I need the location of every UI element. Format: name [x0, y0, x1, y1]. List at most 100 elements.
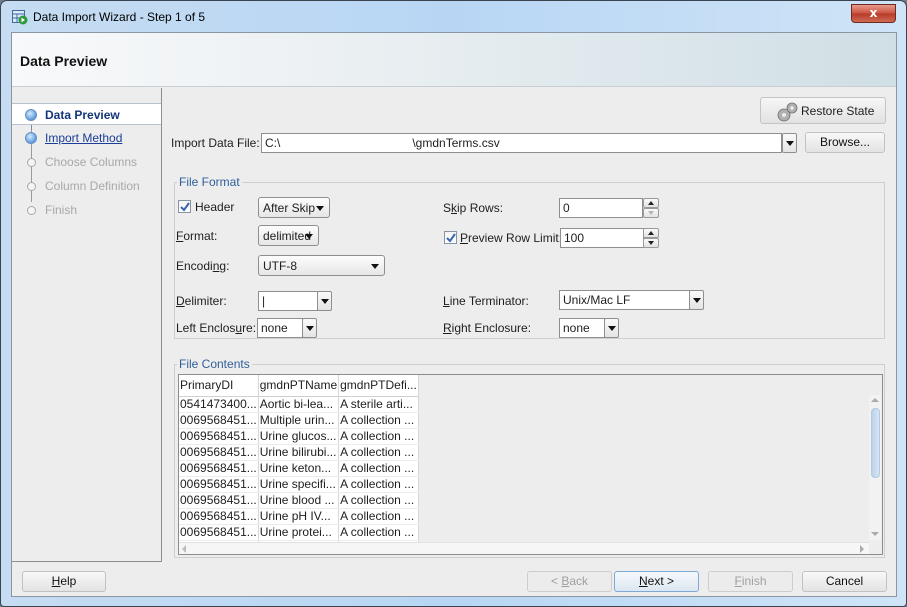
encoding-dropdown[interactable]: UTF-8	[258, 255, 385, 276]
page-title: Data Preview	[20, 53, 108, 69]
table-header-row: PrimaryDI gmdnPTName gmdnPTDefi...	[179, 375, 419, 397]
table-row[interactable]: 0069568451... Urine bilirubi... A collecti…	[179, 444, 419, 461]
preview-grid: PrimaryDI gmdnPTName gmdnPTDefi... 05414…	[179, 375, 419, 554]
table-cell[interactable]: Urine blood ...	[258, 492, 340, 509]
left-enclosure-label: Left Enclosure:	[176, 321, 257, 335]
table-cell[interactable]: A collection ...	[338, 412, 419, 429]
table-row[interactable]: 0069568451... Urine keton... A collection …	[179, 460, 419, 477]
table-cell[interactable]: Aortic bi-lea...	[258, 396, 340, 413]
table-cell[interactable]: A collection ...	[338, 476, 419, 493]
header-label: Header	[195, 200, 235, 214]
table-cell[interactable]: A collection ...	[338, 444, 419, 461]
table-cell[interactable]: A collection ...	[338, 492, 419, 509]
table-row[interactable]: 0069568451... Urine specifi... A collectio…	[179, 476, 419, 493]
table-cell[interactable]: 0069568451...	[179, 412, 259, 429]
table-cell[interactable]: Multiple urin...	[258, 412, 340, 429]
file-contents-title: File Contents	[177, 357, 252, 371]
step-data-preview[interactable]: Data Preview	[12, 103, 161, 125]
table-row[interactable]: 0069568451... Urine blood ... A collection…	[179, 492, 419, 509]
table-cell[interactable]: 0069568451...	[179, 460, 259, 477]
table-cell[interactable]: A collection ...	[338, 508, 419, 525]
browse-button[interactable]: Browse...	[805, 132, 885, 153]
close-button[interactable]: x	[851, 4, 896, 23]
skip-rows-spinner[interactable]	[643, 198, 659, 218]
step-label: Finish	[45, 203, 78, 217]
table-row[interactable]: 0541473400... Aortic bi-lea... A sterile a…	[179, 396, 419, 413]
table-cell[interactable]: 0069568451...	[179, 492, 259, 509]
table-cell[interactable]: 0069568451...	[179, 476, 259, 493]
table-cell[interactable]: 0069568451...	[179, 428, 259, 445]
chevron-down-icon	[316, 206, 324, 211]
vertical-scrollbar[interactable]	[869, 395, 881, 540]
close-icon: x	[869, 6, 878, 20]
restore-state-label: Restore State	[801, 104, 875, 118]
checkmark-icon	[446, 233, 456, 243]
left-enclosure-dropdown[interactable]	[302, 318, 317, 338]
delimiter-input[interactable]: |	[258, 291, 318, 311]
table-cell[interactable]: 0069568451...	[179, 444, 259, 461]
table-cell[interactable]: Urine specifi...	[258, 476, 340, 493]
file-format-title: File Format	[177, 175, 242, 189]
table-cell[interactable]: Urine glucos...	[258, 428, 340, 445]
table-cell[interactable]: A collection ...	[338, 460, 419, 477]
table-cell[interactable]: A collection ...	[338, 524, 419, 541]
table-cell[interactable]: 0069568451...	[179, 524, 259, 541]
decrement-icon[interactable]	[643, 238, 659, 248]
line-terminator-input[interactable]: Unix/Mac LF	[559, 290, 690, 310]
skip-rows-label: Skip Rows:	[443, 201, 504, 215]
table-cell[interactable]: Urine keton...	[258, 460, 340, 477]
import-file-history-dropdown[interactable]	[782, 133, 797, 153]
scroll-down-icon[interactable]	[871, 532, 879, 536]
table-cell[interactable]: Urine bilirubi...	[258, 444, 340, 461]
scrollbar-thumb[interactable]	[871, 408, 880, 478]
table-row[interactable]: 0069568451... Multiple urin... A collectio…	[179, 412, 419, 429]
column-header[interactable]: gmdnPTDefi...	[338, 375, 419, 397]
right-enclosure-dropdown[interactable]	[604, 318, 619, 338]
column-header[interactable]: gmdnPTName	[258, 375, 340, 397]
format-dropdown[interactable]: delimited	[258, 225, 319, 246]
gears-icon	[777, 102, 798, 122]
header-checkbox[interactable]	[178, 200, 191, 213]
cancel-button[interactable]: Cancel	[802, 571, 887, 592]
import-file-input[interactable]: C:\ \gmdnTerms.csv	[261, 133, 782, 153]
chevron-down-icon	[371, 264, 379, 269]
column-header[interactable]: PrimaryDI	[179, 375, 259, 397]
step-current-icon	[25, 109, 37, 121]
step-label: Data Preview	[45, 108, 120, 122]
table-cell[interactable]: 0541473400...	[179, 396, 259, 413]
table-cell[interactable]: Urine protei...	[258, 524, 340, 541]
right-enclosure-label: Right Enclosure:	[443, 321, 532, 335]
scroll-up-icon[interactable]	[871, 398, 879, 402]
line-terminator-label: Line Terminator:	[443, 294, 529, 308]
preview-row-limit-spinner[interactable]	[643, 228, 659, 248]
left-enclosure-input[interactable]: none	[257, 318, 303, 338]
wizard-window: Data Import Wizard - Step 1 of 5 x Data …	[0, 0, 907, 607]
delimiter-dropdown[interactable]	[317, 291, 332, 311]
right-enclosure-input[interactable]: none	[559, 318, 605, 338]
next-button[interactable]: Next >	[614, 571, 699, 592]
help-button[interactable]: Help	[22, 571, 106, 592]
skip-rows-input[interactable]: 0	[559, 198, 643, 218]
restore-state-button[interactable]: Restore State	[760, 97, 886, 124]
preview-table: PrimaryDI gmdnPTName gmdnPTDefi... 05414…	[178, 374, 883, 555]
increment-icon[interactable]	[643, 228, 659, 238]
table-cell[interactable]: A collection ...	[338, 428, 419, 445]
table-row[interactable]: 0069568451... Urine glucos... A collection…	[179, 428, 419, 445]
table-cell[interactable]: 0069568451...	[179, 508, 259, 525]
scroll-right-icon[interactable]	[860, 545, 864, 553]
title-bar: Data Import Wizard - Step 1 of 5 x	[1, 1, 906, 33]
increment-icon[interactable]	[643, 198, 659, 208]
table-row[interactable]: 0069568451... Urine protei... A collection…	[179, 524, 419, 541]
step-import-method[interactable]: Import Method	[12, 127, 161, 149]
header-position-dropdown[interactable]: After Skip	[258, 197, 330, 218]
table-row[interactable]: 0069568451... Urine pH IV... A collection …	[179, 508, 419, 525]
preview-row-limit-checkbox[interactable]	[444, 231, 457, 244]
chevron-down-icon	[305, 234, 313, 239]
table-cell[interactable]: Urine pH IV...	[258, 508, 340, 525]
page-header: Data Preview	[12, 33, 896, 87]
horizontal-scrollbar[interactable]	[179, 542, 869, 554]
scroll-left-icon[interactable]	[182, 545, 186, 553]
line-terminator-dropdown[interactable]	[689, 290, 704, 310]
preview-row-limit-input[interactable]: 100	[560, 228, 644, 248]
table-cell[interactable]: A sterile arti...	[338, 396, 419, 413]
